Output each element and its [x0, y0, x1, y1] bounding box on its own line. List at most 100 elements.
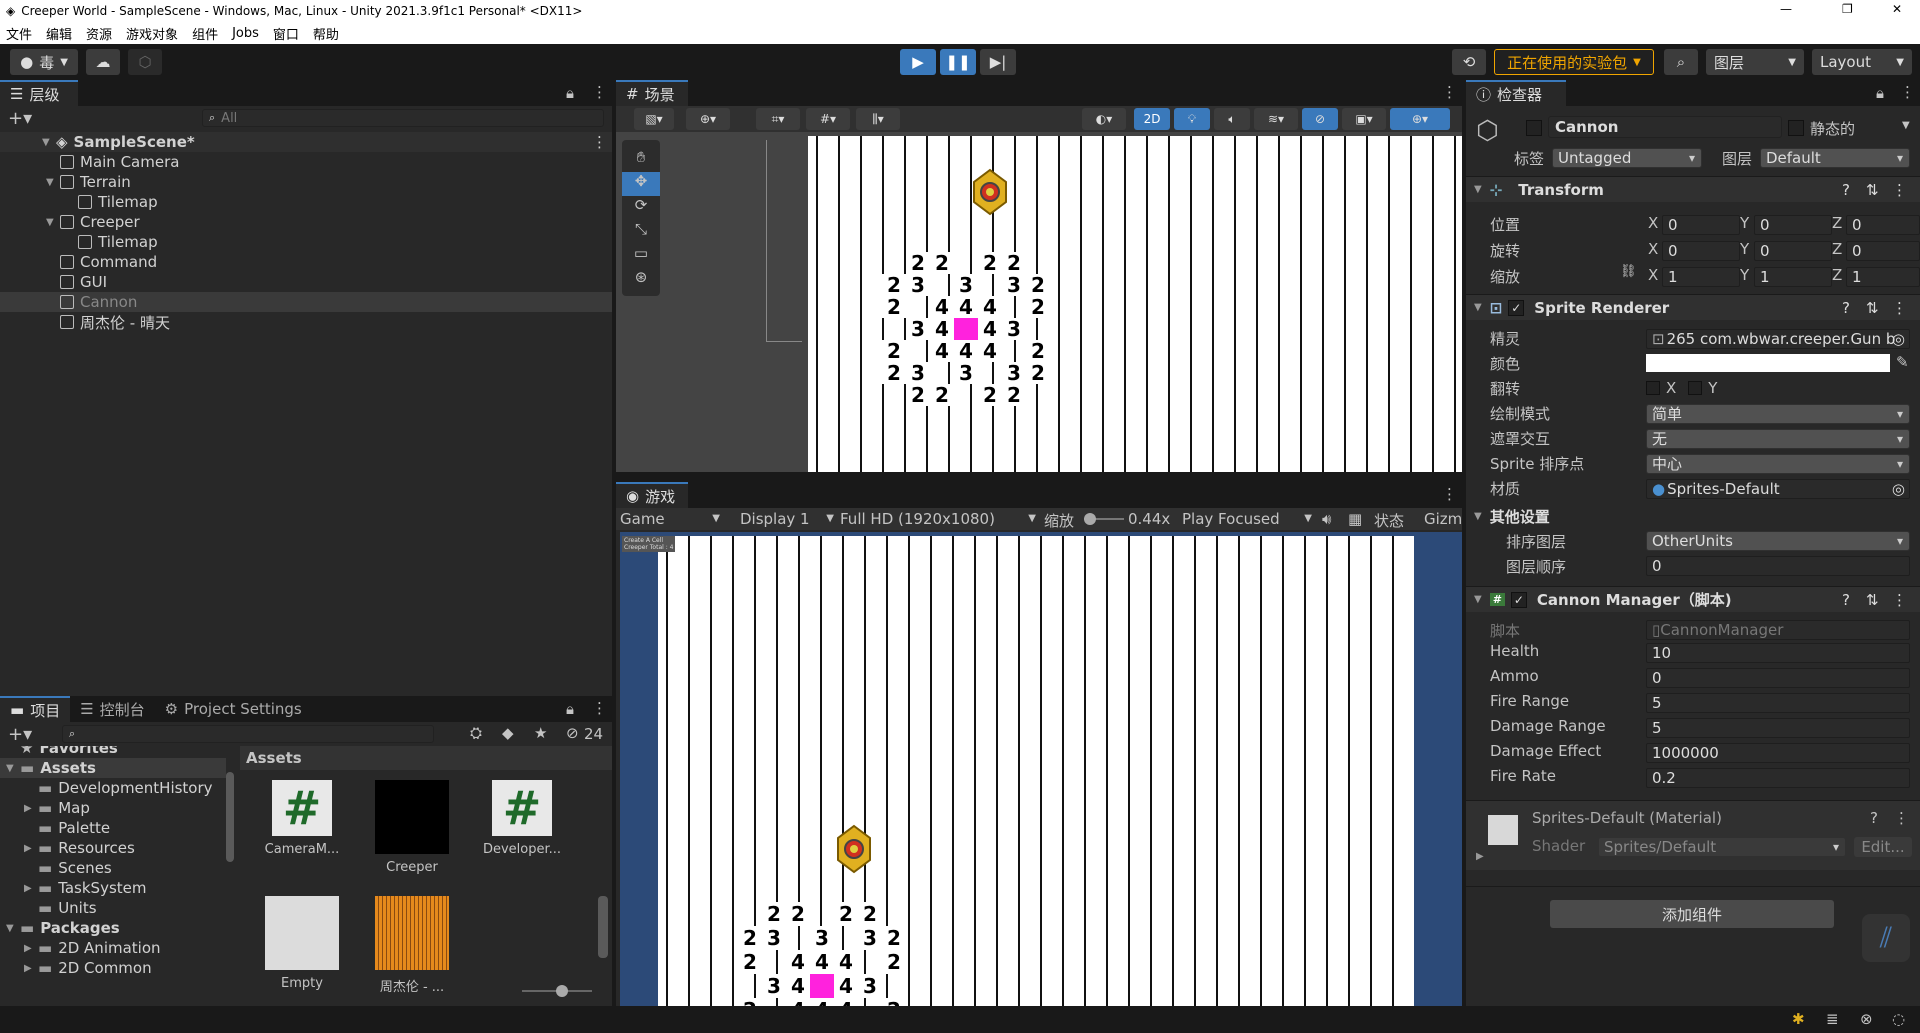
scale-slider[interactable]	[1084, 513, 1124, 525]
scene-row[interactable]: ▼ ◈ SampleScene* ⋮	[0, 132, 612, 152]
help-icon[interactable]: ?	[1842, 181, 1850, 199]
transform-rotation-z-input[interactable]: 0	[1846, 241, 1920, 261]
tab-hierarchy[interactable]: ☰ 层级	[0, 80, 78, 106]
more-icon[interactable]: ⋮	[1894, 809, 1909, 827]
more-icon[interactable]: ⋮	[1892, 591, 1907, 609]
hierarchy-item[interactable]: Command	[0, 252, 612, 272]
hand-tool-icon[interactable]: ✋︎	[622, 148, 660, 172]
expand-icon[interactable]: ▶	[24, 943, 38, 954]
menu-item[interactable]: 帮助	[313, 24, 339, 43]
more-icon[interactable]: ⋮	[1442, 485, 1457, 503]
hidden-packages-icon[interactable]: ⊘	[566, 724, 579, 742]
tab-console[interactable]: ☰ 控制台	[70, 696, 154, 722]
spinner-icon[interactable]: ◌	[1892, 1010, 1905, 1028]
project-tree-item[interactable]: ▶ ▬ Resources	[0, 838, 226, 858]
axis-label[interactable]: X	[1648, 214, 1658, 232]
project-tree-item[interactable]: ▼ ▬ Assets	[0, 758, 226, 778]
mute-icon[interactable]: 🔊︎	[1322, 510, 1331, 528]
sprite-renderer-object-field[interactable]: ⊡ 265 com.wbwar.creeper.Gun b ◎	[1646, 329, 1910, 349]
more-icon[interactable]: ⋮	[592, 699, 607, 717]
expand-icon[interactable]: ▼	[46, 217, 60, 228]
project-search-input[interactable]: ⌕	[62, 725, 434, 743]
sprite-renderer-dropdown[interactable]: 无	[1646, 429, 1910, 449]
project-tree-item[interactable]: ▶ ▬ 2D Animation	[0, 938, 226, 958]
more-icon[interactable]: ⋮	[1892, 181, 1907, 199]
transform-tool-icon[interactable]: ⊛	[622, 268, 660, 292]
cannon-field-input[interactable]: 0.2	[1646, 768, 1910, 788]
experimental-packages-button[interactable]: 正在使用的实验包 ▼	[1494, 49, 1654, 75]
transform-position-y-input[interactable]: 0	[1754, 215, 1832, 235]
search-button[interactable]: ⌕	[1664, 49, 1698, 75]
global-dropdown[interactable]: ⊕▾	[686, 108, 730, 130]
filter-label-icon[interactable]: ◆	[502, 724, 514, 742]
menu-item[interactable]: 组件	[192, 24, 218, 43]
preset-icon[interactable]: ⇅	[1866, 299, 1879, 317]
hierarchy-item[interactable]: 周杰伦 - 晴天	[0, 312, 612, 332]
more-icon[interactable]: ⋮	[1892, 299, 1907, 317]
add-icon[interactable]: +▾	[8, 108, 32, 129]
hierarchy-item[interactable]: GUI	[0, 272, 612, 292]
edit-shader-button[interactable]: Edit...	[1854, 837, 1912, 857]
project-tree-item[interactable]: ★ Favorites	[0, 746, 226, 758]
tab-scene[interactable]: # 场景	[616, 80, 688, 106]
rect-tool-icon[interactable]: ▭	[622, 244, 660, 268]
flip-y-checkbox[interactable]	[1688, 381, 1703, 395]
expand-icon[interactable]: ▼	[6, 923, 20, 934]
tab-game[interactable]: ◉ 游戏	[616, 482, 688, 508]
project-tree-item[interactable]: ▬ DevelopmentHistory	[0, 778, 226, 798]
grid-snap-dropdown[interactable]: #▾	[806, 108, 850, 130]
axis-label[interactable]: Z	[1832, 266, 1842, 284]
add-icon[interactable]: +▾	[8, 724, 32, 745]
add-component-button[interactable]: 添加组件	[1550, 900, 1834, 928]
chevron-down-icon[interactable]: ▼	[1902, 120, 1910, 131]
active-checkbox[interactable]	[1526, 120, 1542, 136]
transform-position-z-input[interactable]: 0	[1846, 215, 1920, 235]
project-tree-item[interactable]: ▬ Palette	[0, 818, 226, 838]
expand-icon[interactable]: ▼	[6, 763, 20, 774]
bug-icon[interactable]: ✱	[1792, 1010, 1805, 1028]
other-settings-foldout[interactable]: ▼ 其他设置	[1474, 506, 1550, 527]
flip-x-checkbox[interactable]	[1646, 381, 1660, 395]
stats-button[interactable]: 状态	[1374, 510, 1404, 531]
close-button[interactable]: ✕	[1892, 2, 1902, 16]
rotate-tool-icon[interactable]: ⟳	[622, 196, 660, 220]
zoom-slider-handle[interactable]	[556, 985, 568, 997]
axis-label[interactable]: Z	[1832, 214, 1842, 232]
more-icon[interactable]: ⋮	[1900, 83, 1915, 101]
lock-icon[interactable]: 🔒︎	[566, 700, 574, 718]
camera-dropdown[interactable]: ▣▾	[1342, 108, 1386, 130]
snap-dropdown[interactable]: ⌗▾	[756, 108, 800, 130]
project-tree-item[interactable]: ▶ ▬ 2D Common	[0, 958, 226, 978]
object-name-input[interactable]: Cannon	[1548, 116, 1782, 138]
transform-scale-y-input[interactable]: 1	[1754, 267, 1832, 287]
axis-label[interactable]: X	[1648, 240, 1658, 258]
project-tree-item[interactable]: ▶ ▬ TaskSystem	[0, 878, 226, 898]
expand-icon[interactable]: ▶	[24, 963, 38, 974]
zoom-slider[interactable]	[522, 985, 592, 997]
draw-mode-dropdown[interactable]: ▧▾	[634, 108, 674, 130]
axis-label[interactable]: Y	[1740, 266, 1749, 284]
transform-position-x-input[interactable]: 0	[1662, 215, 1740, 235]
hierarchy-item[interactable]: Main Camera	[0, 152, 612, 172]
menu-item[interactable]: 文件	[6, 24, 32, 43]
help-icon[interactable]: ?	[1842, 591, 1850, 609]
hierarchy-item[interactable]: ▼ Creeper	[0, 212, 612, 232]
gizmos-button[interactable]: Gizm	[1424, 510, 1462, 528]
increment-dropdown[interactable]: ⫼▾	[856, 108, 900, 130]
game-mode-dropdown[interactable]: Game ▼	[620, 510, 724, 528]
scale-tool-icon[interactable]: ⤡	[622, 220, 660, 244]
more-icon[interactable]: ⋮	[592, 133, 607, 151]
hierarchy-item[interactable]: ▼ Terrain	[0, 172, 612, 192]
shading-dropdown[interactable]: ◐▾	[1082, 108, 1126, 130]
tab-project-settings[interactable]: ⚙ Project Settings	[155, 696, 312, 722]
sprite-renderer-object-field[interactable]: ● Sprites-Default ◎	[1646, 479, 1910, 499]
more-icon[interactable]: ⋮	[1442, 83, 1457, 101]
asset-tile[interactable]: # CameraM...	[262, 780, 342, 880]
pause-button[interactable]: ❚❚	[940, 49, 976, 75]
menu-item[interactable]: Jobs	[232, 26, 259, 41]
asset-tile[interactable]: # Developer...	[482, 780, 562, 880]
resolution-dropdown[interactable]: Full HD (1920x1080) ▼	[840, 510, 1036, 528]
account-button[interactable]: ● 毒 ▼	[10, 49, 78, 75]
effects-dropdown[interactable]: ≋▾	[1254, 108, 1298, 130]
sprite-renderer-dropdown[interactable]: 简单	[1646, 404, 1910, 424]
